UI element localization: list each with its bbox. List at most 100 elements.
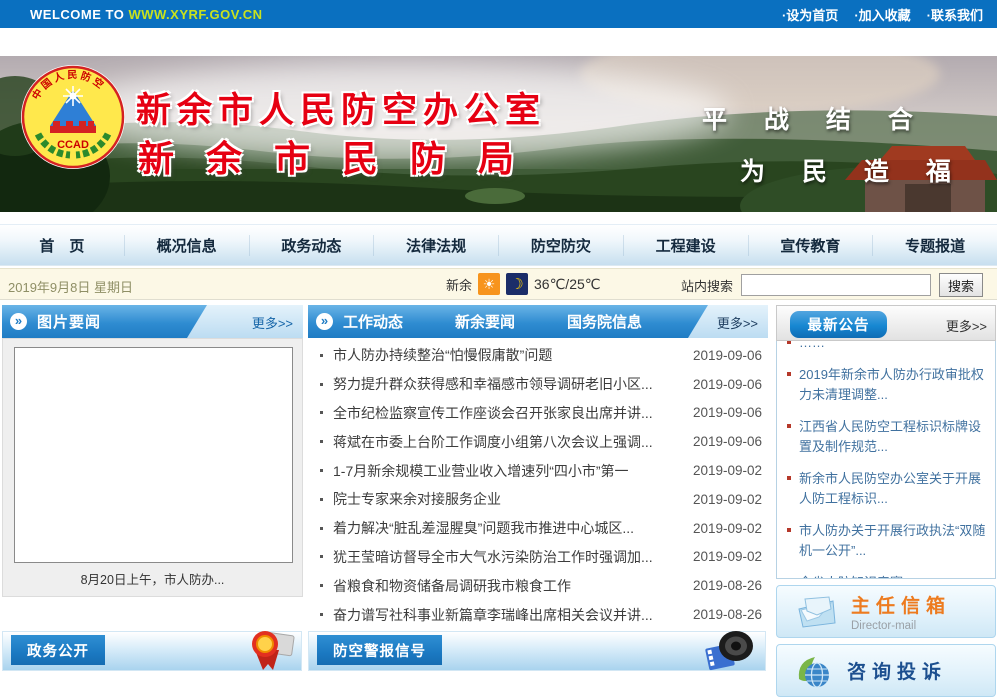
news-row[interactable]: 省粮食和物资储备局调研我市粮食工作 2019-08-26 <box>308 571 768 600</box>
announcements-list: …… 2019年新余市人防办行政审批权力未清理调整... 江西省人民防空工程标识… <box>776 341 996 579</box>
tab-xinyu-news[interactable]: 新余要闻 <box>455 311 515 332</box>
news-row[interactable]: 院士专家来余对接服务企业 2019-09-02 <box>308 485 768 514</box>
news-title[interactable]: 犹王莹暗访督导全市大气水污染防治工作时强调加... <box>333 547 693 567</box>
site-search-label: 站内搜索 <box>681 276 733 295</box>
news-date: 2019-09-06 <box>693 434 762 449</box>
welcome-url: WWW.XYRF.GOV.CN <box>128 7 262 22</box>
site-search-button[interactable]: 搜索 <box>939 273 983 297</box>
news-title[interactable]: 院士专家来余对接服务企业 <box>333 489 693 509</box>
news-list: 市人防办持续整治“怕慢假庸散”问题 2019-09-06 努力提升群众获得感和幸… <box>308 341 768 629</box>
photo-news-header-blue: » 图片要闻 <box>2 305 207 338</box>
gov-open-section-bar: 政务公开 <box>2 631 302 671</box>
announcements-tab[interactable]: 最新公告 <box>790 311 887 338</box>
news-date: 2019-09-06 <box>693 377 762 392</box>
photo-news-more-link[interactable]: 更多>> <box>252 313 293 332</box>
bullet-icon <box>787 528 791 532</box>
consult-complaint-box[interactable]: 咨询投诉 <box>776 644 996 697</box>
nav-item-special-report[interactable]: 专题报道 <box>873 235 997 256</box>
set-homepage-link[interactable]: ·设为首页 <box>782 5 838 24</box>
director-mail-subtitle: Director-mail <box>851 620 951 632</box>
announcement-text: …… <box>799 341 825 350</box>
award-ribbon-icon <box>243 626 295 672</box>
director-mail-texts: 主任信箱 Director-mail <box>851 591 951 632</box>
site-search-input[interactable] <box>741 274 931 296</box>
news-title[interactable]: 省粮食和物资储备局调研我市粮食工作 <box>333 576 693 596</box>
news-title[interactable]: 着力解决“脏乱差湿腥臭”问题我市推进中心城区... <box>333 518 693 538</box>
tab-state-council-news[interactable]: 国务院信息 <box>567 311 642 332</box>
site-banner: 中 国 人 民 防 空 CCAD 新余市人民防空办公室 新余市民防局 平 战 结… <box>0 56 997 212</box>
bullet-icon <box>787 476 791 480</box>
news-row[interactable]: 全市纪检监察宣传工作座谈会召开张家良出席并讲... 2019-09-06 <box>308 399 768 428</box>
announcement-item[interactable]: 江西省人民防空工程标识标牌设置及制作规范... <box>785 411 989 463</box>
news-date: 2019-09-06 <box>693 405 762 420</box>
air-alarm-tab[interactable]: 防空警报信号 <box>317 635 442 665</box>
news-row[interactable]: 奋力谱写社科事业新篇章李瑞峰出席相关会议并讲... 2019-08-26 <box>308 600 768 629</box>
announcements-more-link[interactable]: 更多>> <box>946 316 987 335</box>
moon-icon: ☽ <box>506 273 528 295</box>
top-links: ·设为首页 ·加入收藏 ·联系我们 <box>782 5 983 24</box>
bullet-icon <box>320 555 323 558</box>
photo-news-caption[interactable]: 8月20日上午，市人防办... <box>3 569 302 588</box>
bullet-icon <box>320 527 323 530</box>
news-date: 2019-08-26 <box>693 607 762 622</box>
nav-item-gov-news[interactable]: 政务动态 <box>250 235 375 256</box>
news-row[interactable]: 1-7月新余规模工业营业收入增速列“四小市”第一 2019-09-02 <box>308 456 768 485</box>
news-title[interactable]: 奋力谱写社科事业新篇章李瑞峰出席相关会议并讲... <box>333 605 693 625</box>
announcement-text: 全省人防知识竞赛 <box>799 575 903 579</box>
envelope-icon <box>795 595 837 629</box>
nav-item-engineering[interactable]: 工程建设 <box>624 235 749 256</box>
news-row[interactable]: 蒋斌在市委上台阶工作调度小组第八次会议上强调... 2019-09-06 <box>308 427 768 456</box>
bullet-icon <box>787 372 791 376</box>
news-row[interactable]: 市人防办持续整治“怕慢假庸散”问题 2019-09-06 <box>308 341 768 370</box>
news-title[interactable]: 努力提升群众获得感和幸福感市领导调研老旧小区... <box>333 374 693 394</box>
news-more-link[interactable]: 更多>> <box>717 313 758 332</box>
weather-city: 新余 <box>446 275 472 294</box>
news-row[interactable]: 着力解决“脏乱差湿腥臭”问题我市推进中心城区... 2019-09-02 <box>308 514 768 543</box>
double-chevron-icon: » <box>316 313 333 330</box>
siren-speaker-icon <box>703 624 757 672</box>
news-row[interactable]: 努力提升群众获得感和幸福感市领导调研老旧小区... 2019-09-06 <box>308 370 768 399</box>
site-search: 站内搜索 搜索 <box>681 273 983 297</box>
welcome-text: WELCOME TO WWW.XYRF.GOV.CN <box>30 7 263 22</box>
announcement-item[interactable]: 市人防办关于开展行政执法“双随机一公开”... <box>785 515 989 567</box>
news-date: 2019-09-02 <box>693 521 762 536</box>
welcome-prefix: WELCOME TO <box>30 7 128 22</box>
announcement-item[interactable]: 全省人防知识竞赛 <box>785 567 989 579</box>
current-date: 2019年9月8日 星期日 <box>8 277 133 296</box>
announcement-item[interactable]: 2019年新余市人防办行政审批权力未清理调整... <box>785 359 989 411</box>
nav-item-overview[interactable]: 概况信息 <box>125 235 250 256</box>
announcement-item[interactable]: 新余市人民防空办公室关于开展人防工程标识... <box>785 463 989 515</box>
news-title[interactable]: 市人防办持续整治“怕慢假庸散”问题 <box>333 345 693 365</box>
sun-icon: ☀ <box>478 273 500 295</box>
nav-item-air-defense[interactable]: 防空防灾 <box>499 235 624 256</box>
gov-open-tab[interactable]: 政务公开 <box>11 635 105 665</box>
announcement-text: 2019年新余市人防办行政审批权力未清理调整... <box>799 367 984 402</box>
announcement-item-clipped[interactable]: …… <box>785 341 989 359</box>
bullet-icon <box>320 440 323 443</box>
director-mail-box[interactable]: 主任信箱 Director-mail <box>776 585 996 638</box>
news-date: 2019-08-26 <box>693 578 762 593</box>
bullet-icon <box>320 411 323 414</box>
news-title[interactable]: 1-7月新余规模工业营业收入增速列“四小市”第一 <box>333 461 693 481</box>
air-alarm-section-bar: 防空警报信号 <box>308 631 766 671</box>
news-date: 2019-09-02 <box>693 463 762 478</box>
contact-us-link[interactable]: ·联系我们 <box>927 5 983 24</box>
add-favorite-link[interactable]: ·加入收藏 <box>854 5 910 24</box>
bullet-icon <box>320 613 323 616</box>
nav-item-laws[interactable]: 法律法规 <box>374 235 499 256</box>
weather-widget: 新余 ☀ ☽ 36℃/25℃ <box>446 273 601 295</box>
news-title[interactable]: 蒋斌在市委上台阶工作调度小组第八次会议上强调... <box>333 432 693 452</box>
news-header: » 工作动态 新余要闻 国务院信息 更多>> <box>308 305 768 338</box>
news-title[interactable]: 全市纪检监察宣传工作座谈会召开张家良出席并讲... <box>333 403 693 423</box>
civil-air-defense-emblem: 中 国 人 民 防 空 CCAD <box>20 64 126 170</box>
photo-news-image[interactable] <box>14 347 293 563</box>
tab-work-news[interactable]: 工作动态 <box>343 311 403 332</box>
nav-item-home[interactable]: 首 页 <box>0 235 125 256</box>
org-name-line2: 新余市民防局 <box>138 130 546 182</box>
news-date: 2019-09-02 <box>693 492 762 507</box>
news-date: 2019-09-06 <box>693 348 762 363</box>
main-nav: 首 页 概况信息 政务动态 法律法规 防空防灾 工程建设 宣传教育 专题报道 <box>0 224 997 266</box>
news-row[interactable]: 犹王莹暗访督导全市大气水污染防治工作时强调加... 2019-09-02 <box>308 543 768 572</box>
nav-item-education[interactable]: 宣传教育 <box>749 235 874 256</box>
banner-slogan-line1: 平 战 结 合 <box>702 100 928 136</box>
